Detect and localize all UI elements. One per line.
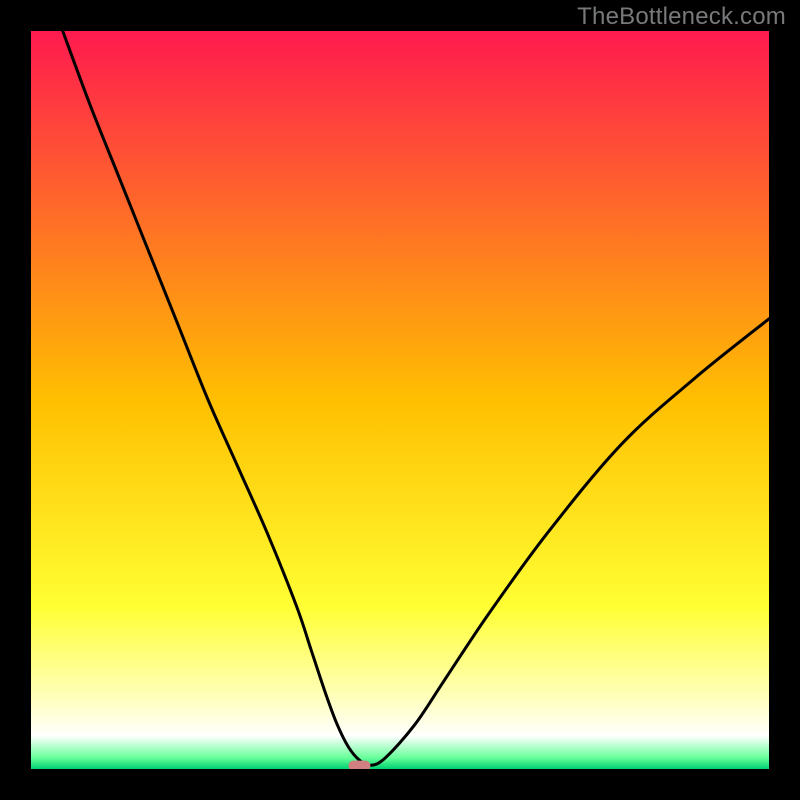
chart-frame: TheBottleneck.com xyxy=(0,0,800,800)
plot-background xyxy=(31,31,769,769)
watermark-text: TheBottleneck.com xyxy=(577,3,786,31)
optimal-marker xyxy=(348,761,370,771)
bottleneck-chart xyxy=(0,0,800,800)
